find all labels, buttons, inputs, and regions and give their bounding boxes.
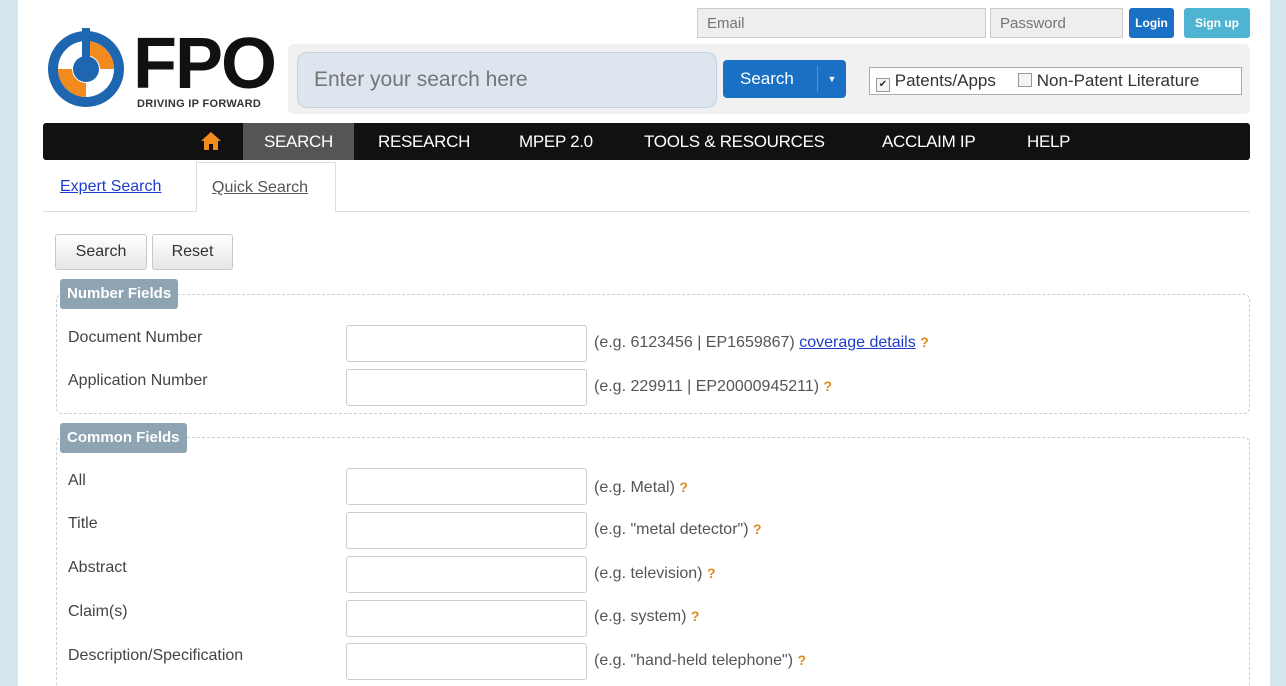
checkbox-checked-icon[interactable]: ✔ bbox=[876, 78, 890, 92]
button-divider bbox=[817, 66, 818, 92]
main-nav: SEARCH RESEARCH MPEP 2.0 TOOLS & RESOURC… bbox=[43, 123, 1250, 160]
field-abstract-input[interactable] bbox=[346, 556, 587, 593]
nav-item-help[interactable]: HELP bbox=[1027, 123, 1071, 160]
field-title-hint: (e.g. "metal detector") ? bbox=[594, 521, 762, 539]
password-input[interactable] bbox=[990, 8, 1123, 38]
number-fields-group bbox=[56, 294, 1250, 414]
nav-item-acclaim-ip[interactable]: ACCLAIM IP bbox=[882, 123, 976, 160]
field-claims-label: Claim(s) bbox=[68, 603, 128, 620]
hint-text: (e.g. 6123456 | EP1659867) bbox=[594, 334, 795, 351]
reset-button[interactable]: Reset bbox=[152, 234, 233, 270]
hint-text: (e.g. "metal detector") bbox=[594, 521, 749, 538]
document-number-input[interactable] bbox=[346, 325, 587, 362]
nav-item-mpep[interactable]: MPEP 2.0 bbox=[519, 123, 593, 160]
field-abstract-label: Abstract bbox=[68, 559, 127, 576]
nav-item-tools-resources[interactable]: TOOLS & RESOURCES bbox=[644, 123, 825, 160]
hint-text: (e.g. television) bbox=[594, 565, 703, 582]
help-icon[interactable]: ? bbox=[707, 565, 716, 581]
help-icon[interactable]: ? bbox=[753, 521, 762, 537]
logo-mark-icon bbox=[48, 28, 124, 107]
number-fields-legend: Number Fields bbox=[60, 279, 179, 309]
hint-text: (e.g. 229911 | EP20000945211) bbox=[594, 378, 820, 395]
login-button[interactable]: Login bbox=[1129, 8, 1174, 38]
common-fields-legend: Common Fields bbox=[60, 423, 187, 453]
application-number-input[interactable] bbox=[346, 369, 587, 406]
help-icon[interactable]: ? bbox=[824, 378, 833, 394]
home-icon[interactable] bbox=[200, 131, 222, 151]
logo[interactable]: FPO DRIVING IP FORWARD bbox=[43, 28, 285, 114]
chevron-down-icon[interactable]: ▼ bbox=[822, 60, 842, 98]
logo-text: FPO bbox=[133, 24, 277, 104]
search-button[interactable]: Search ▼ bbox=[723, 60, 846, 98]
nav-item-search[interactable]: SEARCH bbox=[243, 123, 354, 160]
field-description-hint: (e.g. "hand-held telephone") ? bbox=[594, 652, 806, 670]
field-claims-hint: (e.g. system) ? bbox=[594, 608, 699, 626]
hint-text: (e.g. "hand-held telephone") bbox=[594, 652, 794, 669]
page: Login Sign up FPO DRIVING IP FORWARD Sea… bbox=[18, 0, 1270, 686]
main-search-input[interactable] bbox=[297, 52, 717, 108]
field-all-input[interactable] bbox=[346, 468, 587, 505]
application-number-label: Application Number bbox=[68, 372, 208, 389]
scope-option-npl[interactable]: Non-Patent Literature bbox=[1018, 68, 1199, 94]
field-title-input[interactable] bbox=[346, 512, 587, 549]
help-icon[interactable]: ? bbox=[691, 608, 700, 624]
tab-quick-search[interactable]: Quick Search bbox=[196, 162, 336, 212]
logo-tagline: DRIVING IP FORWARD bbox=[137, 98, 262, 110]
field-all-hint: (e.g. Metal) ? bbox=[594, 479, 688, 497]
hint-text: (e.g. system) bbox=[594, 608, 687, 625]
scope-option-patents[interactable]: ✔ Patents/Apps bbox=[876, 68, 996, 94]
signup-button[interactable]: Sign up bbox=[1184, 8, 1250, 38]
hint-text: (e.g. Metal) bbox=[594, 479, 675, 496]
field-description-input[interactable] bbox=[346, 643, 587, 680]
document-number-hint: (e.g. 6123456 | EP1659867) coverage deta… bbox=[594, 334, 929, 352]
field-all-label: All bbox=[68, 472, 86, 489]
field-title-label: Title bbox=[68, 515, 98, 532]
nav-item-research[interactable]: RESEARCH bbox=[378, 123, 470, 160]
help-icon[interactable]: ? bbox=[798, 652, 807, 668]
coverage-details-link[interactable]: coverage details bbox=[799, 334, 916, 351]
search-scope-options: ✔ Patents/Apps Non-Patent Literature bbox=[869, 67, 1242, 95]
email-input[interactable] bbox=[697, 8, 986, 38]
field-claims-input[interactable] bbox=[346, 600, 587, 637]
help-icon[interactable]: ? bbox=[920, 334, 929, 350]
tab-expert-search[interactable]: Expert Search bbox=[60, 178, 161, 196]
field-description-label: Description/Specification bbox=[68, 647, 244, 664]
field-abstract-hint: (e.g. television) ? bbox=[594, 565, 716, 583]
search-submit-button[interactable]: Search bbox=[55, 234, 147, 270]
application-number-hint: (e.g. 229911 | EP20000945211) ? bbox=[594, 378, 832, 396]
help-icon[interactable]: ? bbox=[679, 479, 688, 495]
document-number-label: Document Number bbox=[68, 329, 203, 346]
checkbox-icon[interactable] bbox=[1018, 73, 1032, 87]
search-button-label: Search bbox=[740, 69, 794, 88]
scope-option-label: Non-Patent Literature bbox=[1036, 71, 1200, 90]
scope-option-label: Patents/Apps bbox=[894, 71, 996, 90]
tab-quick-search-label: Quick Search bbox=[212, 179, 309, 196]
